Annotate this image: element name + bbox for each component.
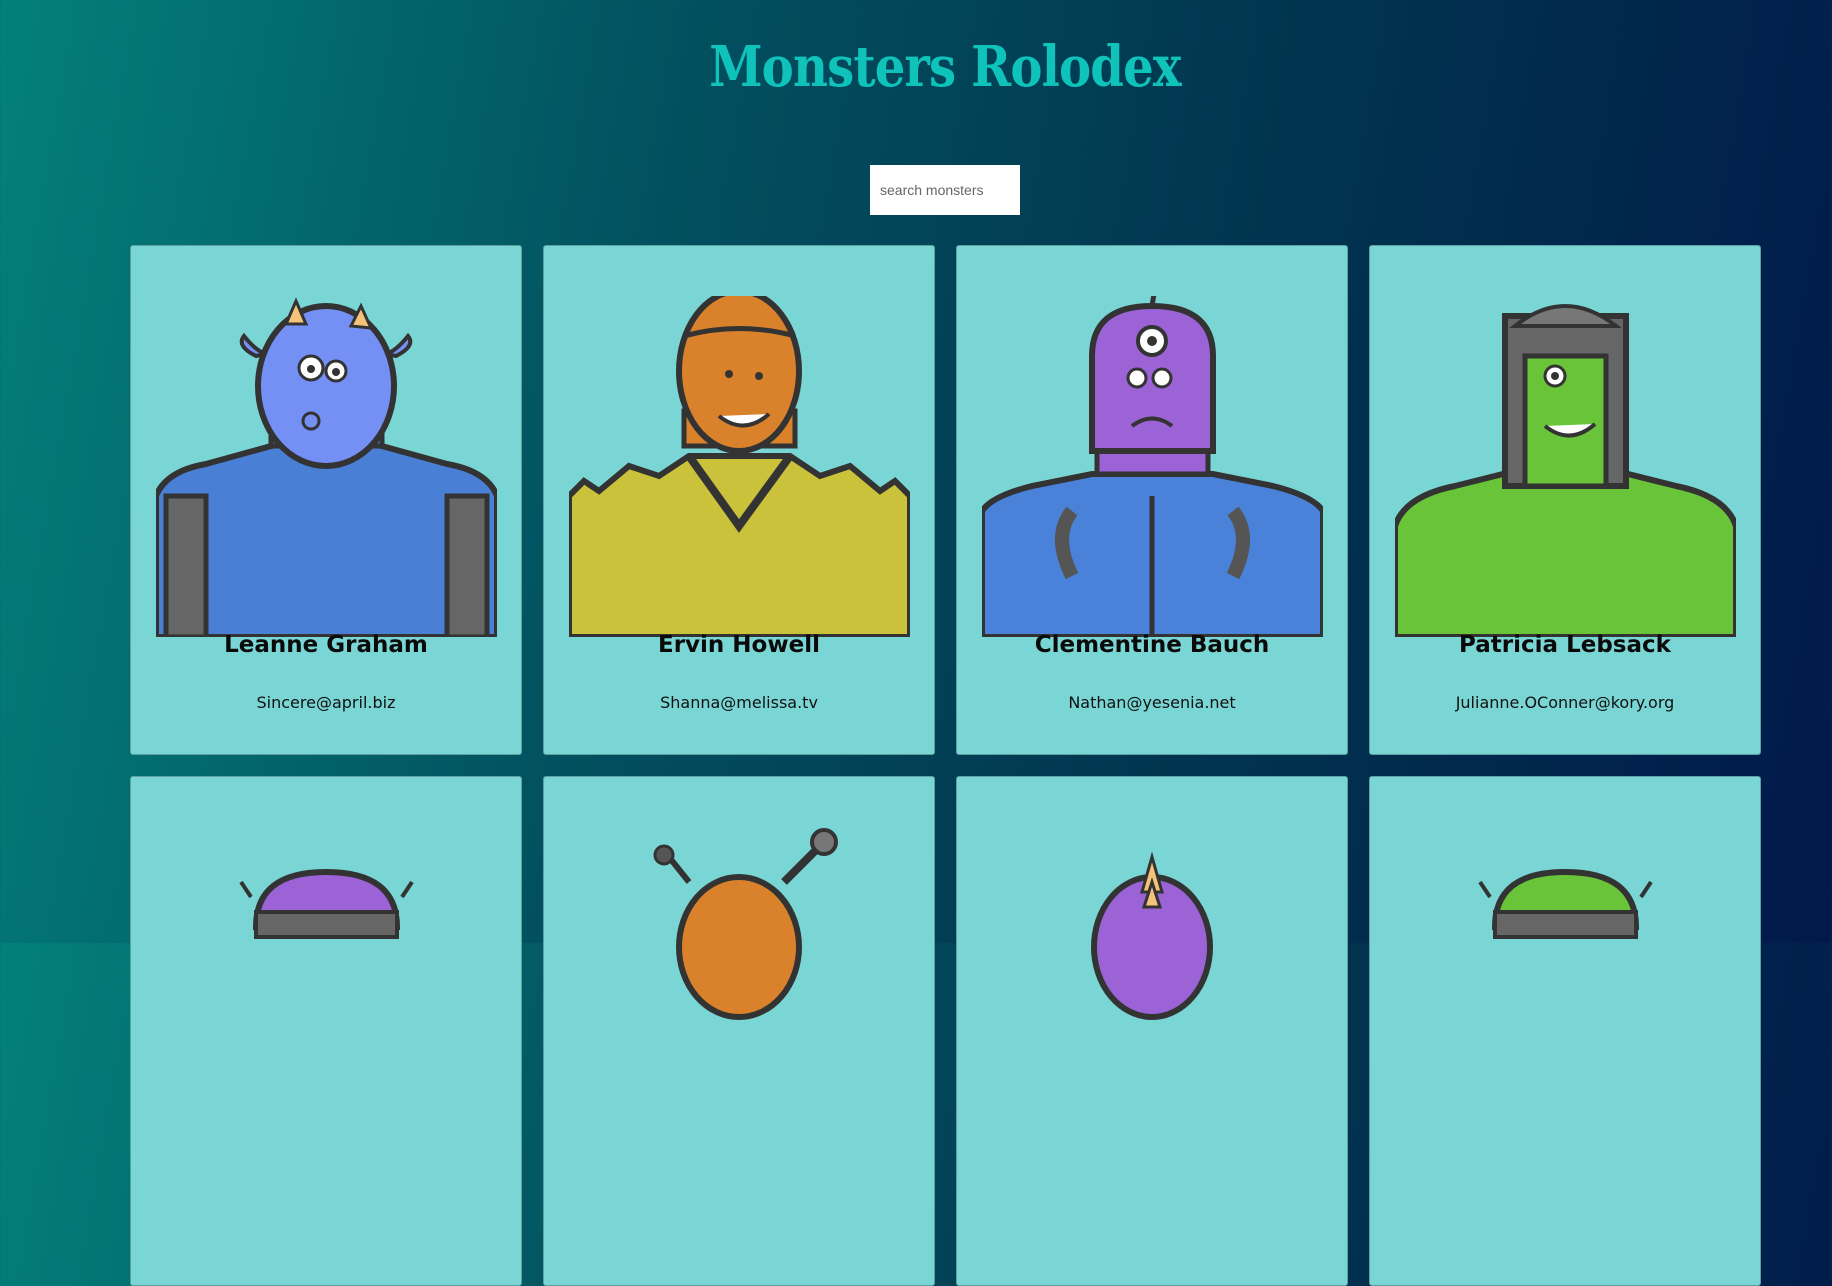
monster-name: Ervin Howell [658,632,820,658]
purple-cyclops-robot-monster-icon [982,296,1323,637]
monster-avatar [1395,827,1736,1168]
monster-avatar [982,827,1323,1168]
monster-avatar [156,296,497,637]
monster-avatar [569,827,910,1168]
monster-email: Nathan@yesenia.net [1068,693,1236,712]
monster-avatar [1395,296,1736,637]
monster-card[interactable] [1369,776,1761,1286]
monster-avatar [569,296,910,637]
monster-card[interactable]: Clementine Bauch Nathan@yesenia.net [956,245,1348,755]
page-title: Monsters Rolodex [709,34,1181,100]
monster-card[interactable] [956,776,1348,1286]
monster-avatar [156,827,497,1168]
purple-dome-robot-monster-icon [239,868,414,939]
monster-name: Patricia Lebsack [1459,632,1671,658]
monster-email: Shanna@melissa.tv [660,693,818,712]
search-input[interactable] [870,165,1020,215]
monster-card[interactable]: Patricia Lebsack Julianne.OConner@kory.o… [1369,245,1761,755]
purple-horned-monster-icon [1091,851,1213,1020]
monster-card[interactable] [130,776,522,1286]
monster-avatar [982,296,1323,637]
monster-email: Sincere@april.biz [256,693,396,712]
green-helmet-monster-icon [1395,304,1736,637]
monster-card[interactable] [543,776,935,1286]
monster-card[interactable]: Ervin Howell Shanna@melissa.tv [543,245,935,755]
monster-name: Leanne Graham [224,632,428,658]
green-dome-robot-monster-icon [1478,868,1653,939]
monster-name: Clementine Bauch [1034,632,1270,658]
monster-email: Julianne.OConner@kory.org [1455,693,1675,712]
monster-card[interactable]: Leanne Graham Sincere@april.biz [130,245,522,755]
orange-antenna-monster-icon [653,828,838,1020]
blue-horned-monster-icon [156,297,497,637]
orange-spiky-monster-icon [569,296,910,637]
